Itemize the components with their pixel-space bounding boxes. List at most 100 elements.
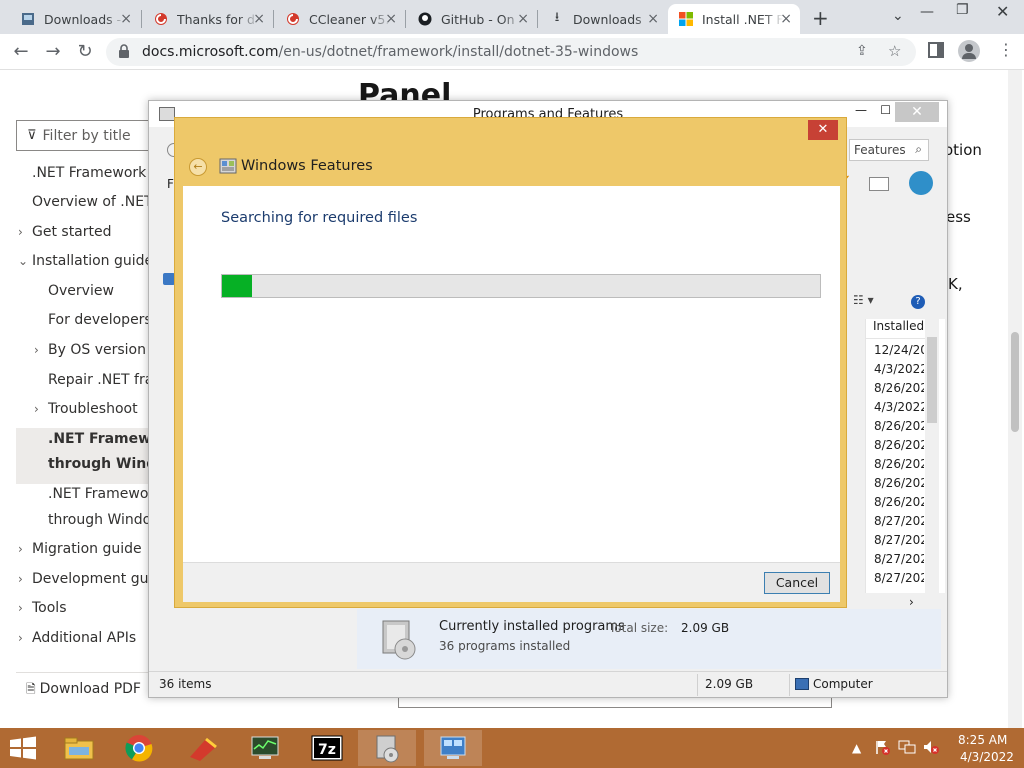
installed-date-cell[interactable]: 12/24/202 (874, 343, 924, 357)
installed-date-cell[interactable]: 8/26/2021 (874, 438, 924, 452)
nav-item-selected[interactable]: through Window (48, 456, 148, 472)
globe-icon[interactable] (909, 171, 933, 195)
status-heading: Searching for required files (221, 210, 418, 226)
ccleaner-icon[interactable] (174, 730, 232, 766)
installed-date-cell[interactable]: 8/27/2021 (874, 571, 924, 585)
address-bar[interactable]: docs.microsoft.com/en-us/dotnet/framewor… (106, 38, 916, 66)
close-window-icon[interactable]: ✕ (996, 2, 1009, 21)
installed-date-cell[interactable]: 4/3/2022 (874, 400, 924, 414)
nav-item[interactable]: › Tools (18, 600, 158, 616)
download-pdf-link[interactable]: Download PDF (26, 680, 141, 701)
show-hidden-icons-chevron-icon[interactable]: ▲ (852, 741, 861, 755)
tab-label: Downloads - (44, 11, 122, 27)
status-items-count: 36 items (159, 677, 212, 691)
installed-date-cell[interactable]: 4/3/2022 (874, 362, 924, 376)
tab-thanks[interactable]: Thanks for d × (143, 4, 273, 34)
total-size-label: Total size: (609, 621, 669, 635)
search-placeholder: Features (854, 143, 906, 157)
search-icon: ⌕ (915, 142, 922, 156)
scroll-right-arrow-icon[interactable]: › (909, 595, 914, 609)
dialog-title: Windows Features (241, 158, 373, 174)
action-center-flag-icon[interactable] (874, 739, 890, 758)
network-icon[interactable] (898, 739, 916, 758)
column-header-installed[interactable]: Installed (873, 319, 924, 333)
filter-placeholder: Filter by title (42, 127, 131, 144)
bookmark-star-icon[interactable]: ☆ (888, 42, 901, 60)
profile-avatar-icon[interactable] (958, 40, 980, 62)
windows-start-icon[interactable] (8, 736, 38, 760)
url-path: /en-us/dotnet/framework/install/dotnet-3… (278, 44, 639, 60)
close-icon[interactable]: ✕ (808, 120, 838, 140)
clock-time[interactable]: 8:25 AM (958, 733, 1007, 747)
maximize-icon[interactable]: ☐ (880, 103, 891, 117)
forward-arrow-icon[interactable]: → (42, 41, 64, 63)
restore-icon[interactable]: ❐ (956, 2, 969, 18)
tab-search-chevron-icon[interactable]: ⌄ (892, 8, 904, 24)
installed-date-cell[interactable]: 8/26/2021 (874, 381, 924, 395)
nav-item[interactable]: › Development guide (18, 571, 148, 587)
installed-date-cell[interactable]: 8/26/2021 (874, 457, 924, 471)
installer-icon[interactable] (358, 730, 416, 766)
ccleaner-icon (285, 11, 301, 27)
help-icon[interactable]: ? (911, 295, 925, 309)
nav-item[interactable]: › Migration guide (18, 541, 158, 557)
close-icon[interactable]: × (780, 11, 792, 27)
scrollbar-thumb[interactable] (1011, 332, 1019, 432)
reload-icon[interactable]: ↻ (74, 41, 96, 63)
nav-item[interactable]: › Additional APIs (18, 630, 158, 646)
back-arrow-icon[interactable]: ← (10, 41, 32, 63)
7zip-icon[interactable]: 7z (298, 730, 356, 766)
header-divider (865, 338, 929, 339)
menu-kebab-icon[interactable]: ⋮ (998, 40, 1014, 59)
installed-date-cell[interactable]: 8/26/2021 (874, 419, 924, 433)
nav-label: Installation guide (32, 253, 154, 269)
minimize-icon[interactable]: — (855, 103, 867, 117)
chrome-icon[interactable] (110, 730, 168, 766)
installed-date-cell[interactable]: 8/27/2021 (874, 533, 924, 547)
tab-install-net[interactable]: Install .NET F × (668, 4, 800, 34)
nav-item[interactable]: through Window (48, 512, 148, 528)
close-icon[interactable]: × (253, 11, 265, 27)
tab-ccleaner[interactable]: CCleaner v5. × (275, 4, 405, 34)
close-icon[interactable]: × (385, 11, 397, 27)
search-input[interactable]: Features ⌕ (849, 139, 929, 161)
clock-date[interactable]: 4/3/2022 (960, 750, 1014, 764)
close-icon[interactable]: × (647, 11, 659, 27)
control-panel-icon[interactable] (424, 730, 482, 766)
cancel-button[interactable]: Cancel (764, 572, 830, 594)
installed-date-cell[interactable]: 8/26/2021 (874, 495, 924, 509)
tab-label: Downloads (573, 11, 642, 27)
share-icon[interactable]: ⇪ (856, 43, 868, 59)
installed-date-cell[interactable]: 8/26/2021 (874, 476, 924, 490)
new-tab-plus-icon[interactable]: + (812, 6, 829, 30)
close-icon[interactable]: ✕ (895, 102, 939, 122)
back-arrow-icon[interactable]: ← (189, 158, 207, 176)
nav-item-installation-guide[interactable]: ⌄ Installation guide (18, 253, 158, 269)
tab-downloads-1[interactable]: Downloads - × (10, 4, 140, 34)
volume-muted-icon[interactable] (922, 739, 940, 758)
nav-label: Migration guide (32, 541, 142, 557)
installed-date-cell[interactable]: 8/27/2021 (874, 552, 924, 566)
tab-github[interactable]: GitHub - On × (407, 4, 537, 34)
nav-item-selected[interactable]: .NET Framework (48, 431, 148, 447)
side-panel-icon[interactable] (928, 42, 944, 58)
list-scrollbar[interactable] (925, 319, 939, 593)
minimize-icon[interactable]: — (920, 4, 934, 20)
status-size: 2.09 GB (705, 677, 754, 691)
view-icon[interactable] (869, 177, 889, 191)
close-icon[interactable]: × (120, 11, 132, 27)
installed-date-cell[interactable]: 8/27/2021 (874, 514, 924, 528)
file-explorer-icon[interactable] (50, 730, 108, 766)
nav-item[interactable]: Repair .NET fram (48, 372, 148, 388)
nav-item-get-started[interactable]: › Get started (18, 224, 158, 240)
close-icon[interactable]: × (517, 11, 529, 27)
filter-input[interactable]: ⊽ Filter by title (16, 120, 156, 151)
system-monitor-icon[interactable] (236, 730, 294, 766)
scrollbar-thumb[interactable] (927, 337, 937, 423)
view-options-icon[interactable]: ☷ ▾ (853, 293, 874, 307)
tab-downloads-2[interactable]: ⭳ Downloads × (539, 4, 667, 34)
page-scrollbar[interactable] (1008, 70, 1022, 730)
page-title: Panel (358, 78, 452, 102)
nav-item[interactable]: .NET Framework (48, 486, 148, 502)
nav-label: through Window (48, 456, 148, 472)
